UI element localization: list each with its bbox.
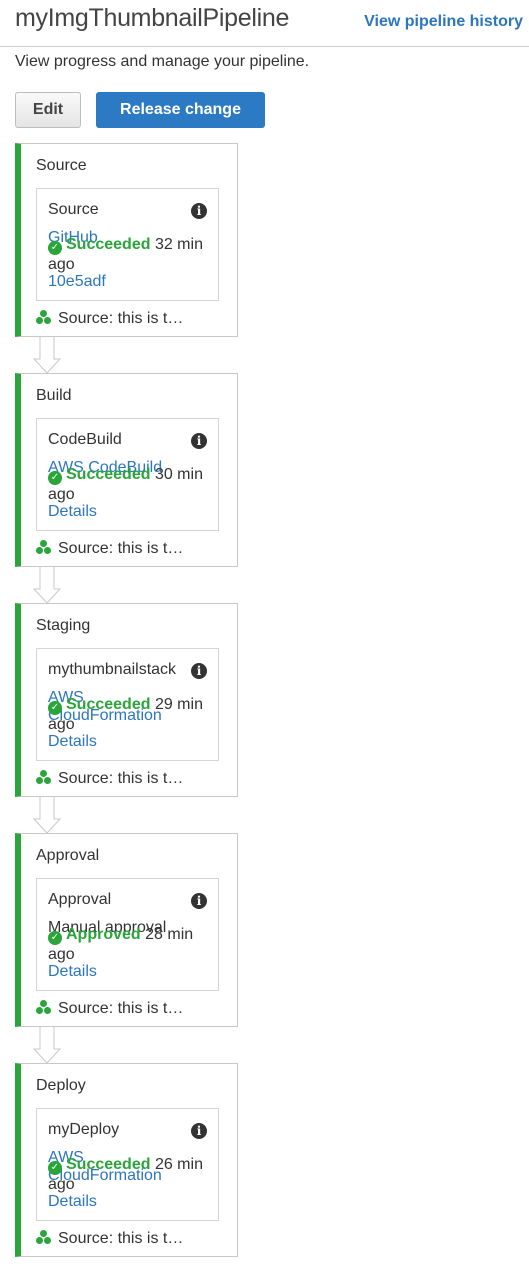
stage-name: Staging	[36, 617, 91, 634]
source-revision-text: Source: this is t…	[58, 540, 184, 557]
status-label: Approved	[66, 926, 141, 943]
action-name: CodeBuild	[48, 431, 122, 448]
details-link[interactable]: Details	[48, 733, 97, 751]
action-status: ✓ Succeeded 26 min ago	[48, 1155, 216, 1194]
stage-transition-arrow	[33, 1027, 61, 1064]
commit-icon	[36, 310, 52, 324]
stage-build: Build CodeBuild i AWS CodeBuild ✓ Succeed…	[15, 373, 238, 567]
source-revision[interactable]: Source: this is t…	[36, 1230, 183, 1248]
info-icon[interactable]: i	[191, 1123, 207, 1139]
status-label: Succeeded	[66, 236, 151, 253]
action-status: ✓ Succeeded 32 min ago	[48, 235, 216, 274]
status-label: Succeeded	[66, 1156, 151, 1173]
stage-name: Approval	[36, 847, 100, 864]
commit-icon	[36, 1230, 52, 1244]
action-status: ✓ Succeeded 29 min ago	[48, 695, 216, 734]
check-circle-icon: ✓	[48, 241, 62, 255]
action-name: myDeploy	[48, 1121, 120, 1138]
action-status: ✓ Approved 28 min ago	[48, 925, 216, 964]
stage-name: Build	[36, 387, 72, 404]
action-card: Approval i Manual approval ✓ Approved 28 …	[36, 878, 219, 991]
page-title: myImgThumbnailPipeline	[15, 4, 290, 32]
stage-approval: Approval Approval i Manual approval ✓ App…	[15, 833, 238, 1027]
action-name: Approval	[48, 891, 112, 908]
check-circle-icon: ✓	[48, 931, 62, 945]
stage-deploy: Deploy myDeploy i AWS CloudFormation ✓ Su…	[15, 1063, 238, 1257]
source-revision[interactable]: Source: this is t…	[36, 310, 183, 328]
action-card: CodeBuild i AWS CodeBuild ✓ Succeeded 30 …	[36, 418, 219, 531]
stage-source: Source Source i GitHub ✓ Succeeded 32 min…	[15, 143, 238, 337]
source-revision-text: Source: this is t…	[58, 1230, 184, 1247]
check-circle-icon: ✓	[48, 701, 62, 715]
action-name: Source	[48, 201, 99, 218]
page-subtitle: View progress and manage your pipeline.	[15, 53, 310, 70]
view-pipeline-history-link[interactable]: View pipeline history	[364, 13, 523, 31]
action-name: mythumbnailstack	[48, 661, 177, 678]
stage-name: Source	[36, 157, 87, 174]
info-icon[interactable]: i	[191, 663, 207, 679]
stage-name: Deploy	[36, 1077, 86, 1094]
source-revision-text: Source: this is t…	[58, 1000, 184, 1017]
stage-transition-arrow	[33, 797, 61, 834]
check-circle-icon: ✓	[48, 471, 62, 485]
info-icon[interactable]: i	[191, 893, 207, 909]
action-card: myDeploy i AWS CloudFormation ✓ Succeeded…	[36, 1108, 219, 1221]
source-revision-text: Source: this is t…	[58, 310, 184, 327]
action-card: Source i GitHub ✓ Succeeded 32 min ago 10…	[36, 188, 219, 301]
edit-button[interactable]: Edit	[15, 92, 81, 128]
stage-staging: Staging mythumbnailstack i AWS CloudForm…	[15, 603, 238, 797]
action-card: mythumbnailstack i AWS CloudFormation ✓ S…	[36, 648, 219, 761]
action-status: ✓ Succeeded 30 min ago	[48, 465, 216, 504]
release-change-button[interactable]: Release change	[96, 92, 265, 128]
source-revision[interactable]: Source: this is t…	[36, 1000, 183, 1018]
stage-transition-arrow	[33, 337, 61, 374]
details-link[interactable]: Details	[48, 1193, 97, 1211]
commit-icon	[36, 770, 52, 784]
status-label: Succeeded	[66, 466, 151, 483]
commit-link[interactable]: 10e5adf	[48, 273, 106, 291]
status-label: Succeeded	[66, 696, 151, 713]
info-icon[interactable]: i	[191, 203, 207, 219]
info-icon[interactable]: i	[191, 433, 207, 449]
commit-icon	[36, 1000, 52, 1014]
stage-transition-arrow	[33, 567, 61, 604]
page-header: myImgThumbnailPipeline View pipeline his…	[0, 0, 529, 47]
check-circle-icon: ✓	[48, 1161, 62, 1175]
details-link[interactable]: Details	[48, 503, 97, 521]
source-revision[interactable]: Source: this is t…	[36, 770, 183, 788]
source-revision-text: Source: this is t…	[58, 770, 184, 787]
source-revision[interactable]: Source: this is t…	[36, 540, 183, 558]
details-link[interactable]: Details	[48, 963, 97, 981]
commit-icon	[36, 540, 52, 554]
